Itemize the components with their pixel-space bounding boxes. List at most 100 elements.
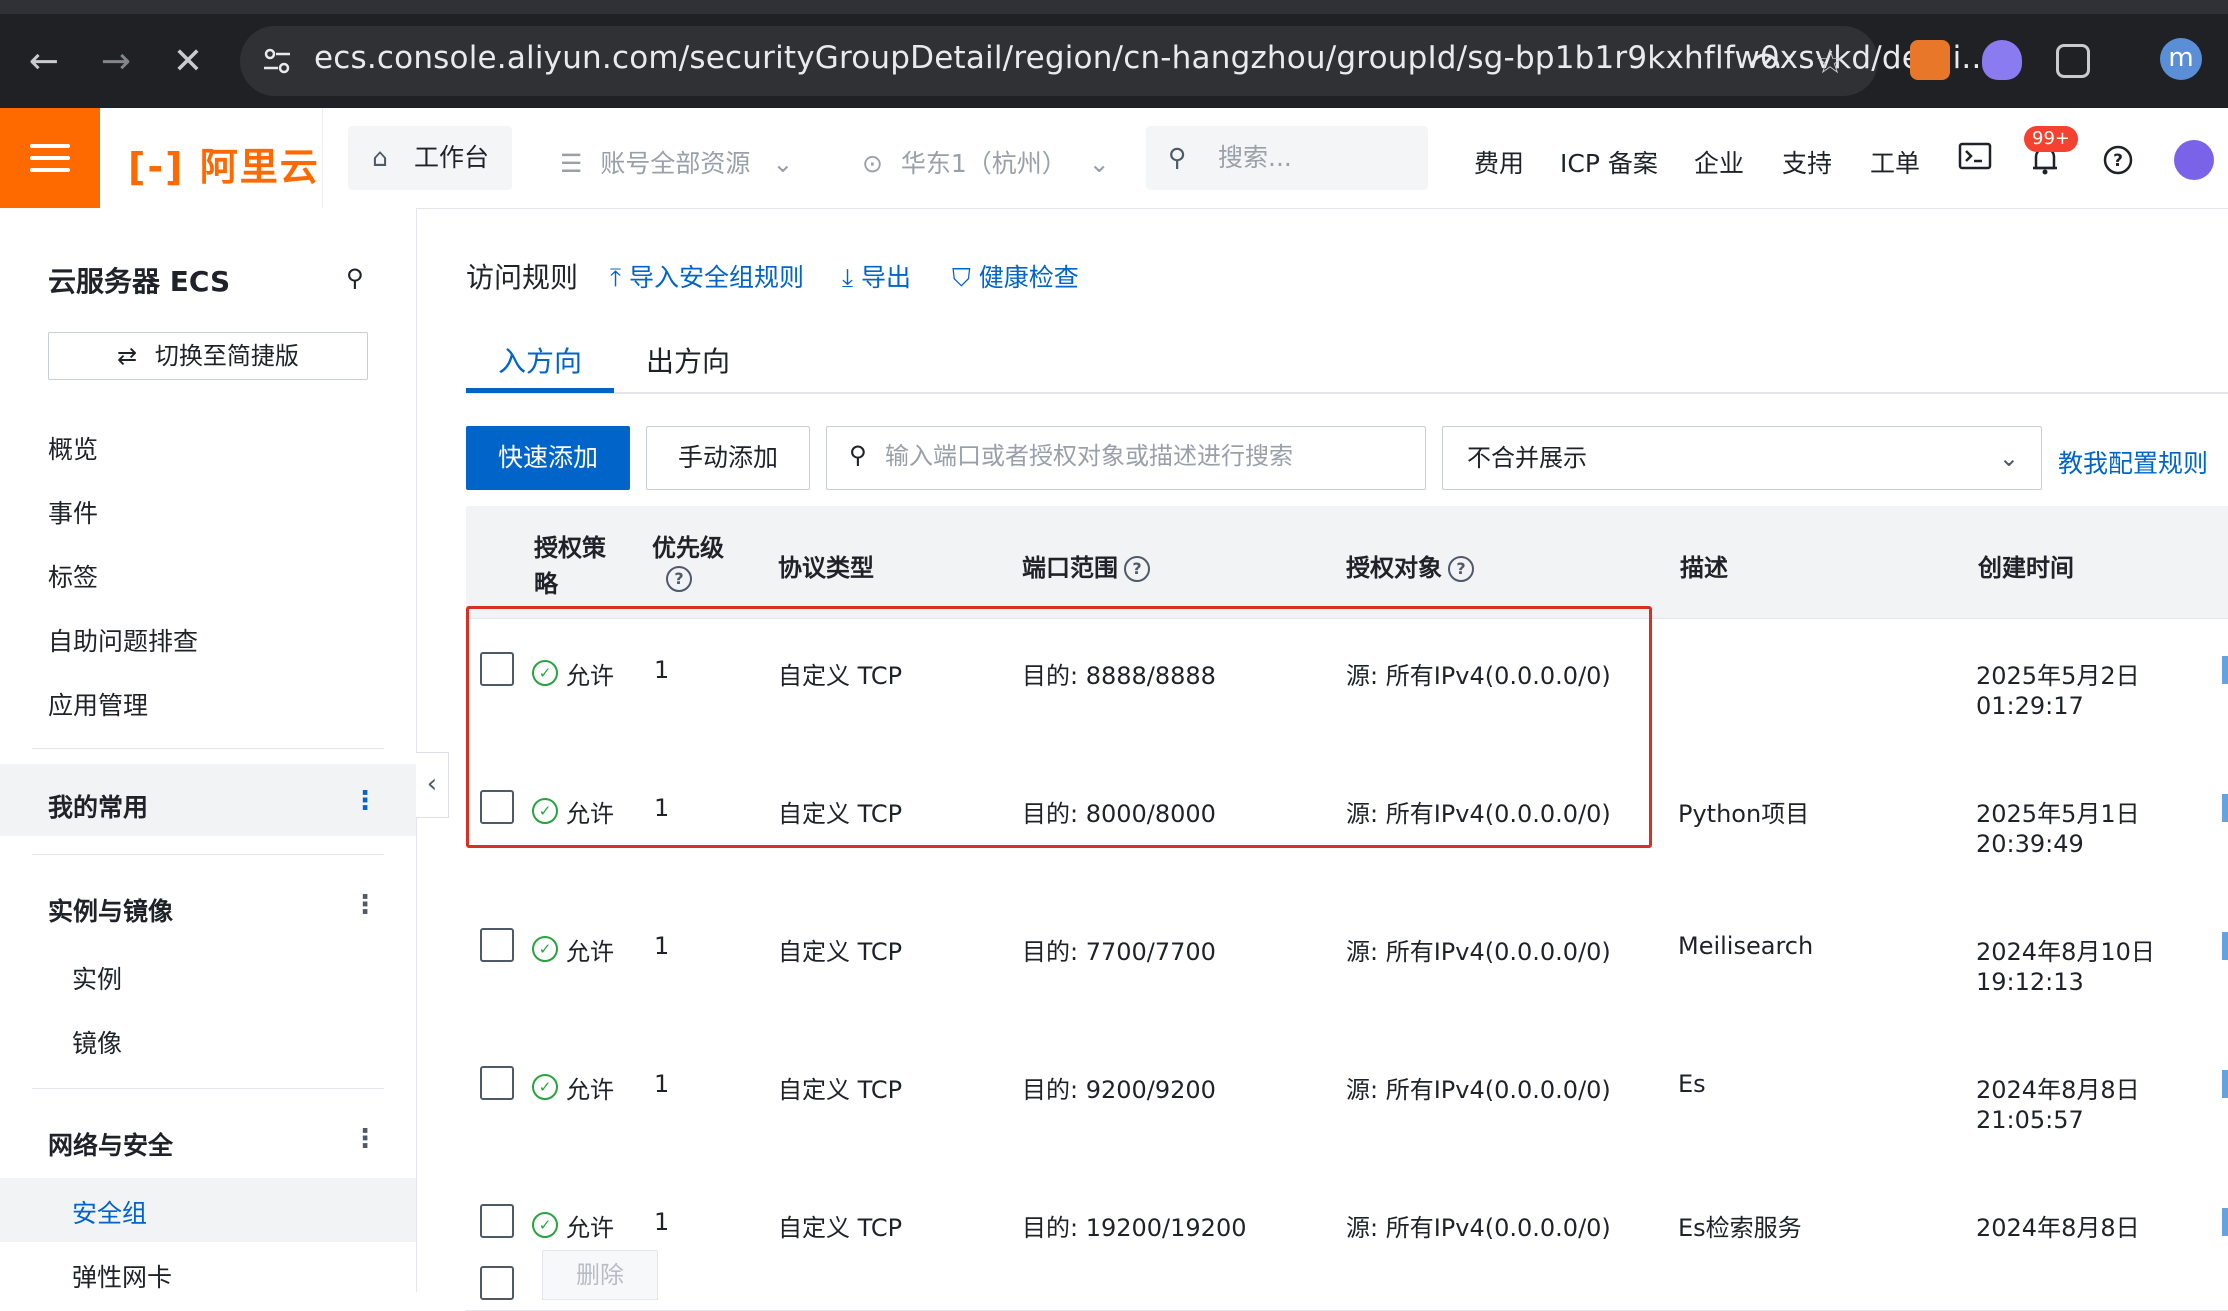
- sidebar-item-instances[interactable]: 实例: [72, 960, 122, 996]
- row-priority: 1: [654, 932, 670, 960]
- sidebar-item-overview[interactable]: 概览: [48, 430, 98, 466]
- question-icon: ?: [666, 566, 692, 592]
- row-time: 21:05:57: [1976, 1106, 2084, 1134]
- row-action-link[interactable]: [2222, 1208, 2228, 1236]
- url-text[interactable]: ecs.console.aliyun.com/securityGroupDeta…: [314, 40, 1992, 76]
- row-desc: Es: [1678, 1070, 1706, 1098]
- batch-delete-button[interactable]: 删除: [542, 1250, 658, 1300]
- row-date: 2025年5月1日: [1976, 800, 2140, 828]
- export-link[interactable]: ⤓ 导出: [842, 258, 911, 294]
- row-action-link[interactable]: [2222, 656, 2228, 684]
- help-icon[interactable]: ?: [2102, 144, 2134, 176]
- metamask-extension-icon[interactable]: [1910, 40, 1950, 80]
- collapse-sidebar-icon[interactable]: ‹: [416, 752, 449, 818]
- tab-outbound[interactable]: 出方向: [646, 340, 730, 380]
- sidebar-item-tags[interactable]: 标签: [48, 558, 98, 594]
- th-port-label: 端口范围: [1022, 554, 1118, 582]
- cloud-shell-icon[interactable]: [1958, 142, 1992, 170]
- topbar-link-enterprise[interactable]: 企业: [1694, 144, 1744, 180]
- chevron-down-icon: ⌄: [1998, 444, 2019, 472]
- row-desc: Python项目: [1678, 800, 1810, 828]
- sidebar-item-troubleshoot[interactable]: 自助问题排查: [48, 622, 198, 658]
- health-check-link[interactable]: ⛉ 健康检查: [952, 258, 1079, 294]
- sidebar-item-app-management[interactable]: 应用管理: [48, 686, 148, 722]
- tab-inbound[interactable]: 入方向: [498, 340, 582, 380]
- row-priority: 1: [654, 1208, 670, 1236]
- sidebar-item-security-group[interactable]: 安全组: [72, 1194, 147, 1230]
- table-row: ✓ 允许 1 自定义 TCP 目的: 9200/9200 源: 所有IPv4(0…: [466, 1034, 2228, 1173]
- site-settings-icon[interactable]: [262, 46, 292, 76]
- th-protocol: 协议类型: [778, 554, 874, 582]
- sidebar-active-row[interactable]: [0, 1178, 416, 1242]
- row-action-link[interactable]: [2222, 932, 2228, 960]
- profile-avatar[interactable]: m: [2160, 38, 2202, 80]
- rule-search[interactable]: ⚲: [826, 426, 1426, 490]
- ghost-extension-icon[interactable]: [1982, 40, 2022, 80]
- row-protocol: 自定义 TCP: [778, 800, 903, 828]
- row-checkbox[interactable]: [480, 790, 514, 824]
- row-policy: 允许: [566, 800, 614, 828]
- row-action-link[interactable]: [2222, 794, 2228, 822]
- question-icon[interactable]: ?: [1448, 556, 1474, 582]
- back-icon[interactable]: ←: [22, 40, 66, 84]
- bookmark-star-icon[interactable]: ☆: [1808, 40, 1852, 84]
- merge-display-select[interactable]: 不合并展示 ⌄: [1442, 426, 2042, 490]
- row-priority: 1: [654, 656, 670, 684]
- global-search[interactable]: ⚲ 搜索...: [1146, 126, 1428, 190]
- assistant-icon[interactable]: [2174, 140, 2214, 180]
- sidebar-item-eni[interactable]: 弹性网卡: [72, 1258, 172, 1294]
- sidebar-divider: [32, 854, 384, 855]
- more-icon[interactable]: ⋮: [352, 1124, 378, 1154]
- th-target-label: 授权对象: [1346, 554, 1442, 582]
- merge-display-value: 不合并展示: [1467, 444, 1587, 472]
- row-checkbox[interactable]: [480, 1204, 514, 1238]
- workbench-button[interactable]: ⌂ 工作台: [348, 126, 512, 190]
- forward-icon[interactable]: →: [94, 40, 138, 84]
- question-icon[interactable]: ?: [1124, 556, 1150, 582]
- notification-badge: 99+: [2024, 126, 2078, 152]
- row-time: 01:29:17: [1976, 692, 2084, 720]
- region-select[interactable]: ⊙ 华东1（杭州） ⌄: [862, 144, 1110, 180]
- extensions-icon[interactable]: [2056, 44, 2090, 78]
- menu-icon[interactable]: [0, 108, 100, 208]
- resource-group-label: 账号全部资源: [600, 149, 751, 178]
- row-checkbox[interactable]: [480, 652, 514, 686]
- topbar-divider: [322, 108, 323, 208]
- row-action-link[interactable]: [2222, 1070, 2228, 1098]
- sidebar-item-events[interactable]: 事件: [48, 494, 98, 530]
- quick-add-button[interactable]: 快速添加: [466, 426, 630, 490]
- row-protocol: 自定义 TCP: [778, 662, 903, 690]
- sidebar-item-images[interactable]: 镜像: [72, 1024, 122, 1060]
- topbar-link-billing[interactable]: 费用: [1474, 144, 1524, 180]
- select-all-checkbox[interactable]: [480, 1266, 514, 1300]
- tab-strip: [0, 0, 2228, 14]
- browser-chrome: ← → ✕ ecs.console.aliyun.com/securityGro…: [0, 0, 2228, 108]
- config-help-link[interactable]: 教我配置规则: [2058, 444, 2208, 480]
- row-checkbox[interactable]: [480, 928, 514, 962]
- sidebar: 云服务器 ECS ⚲ ⇄ 切换至简捷版 概览 事件 标签 自助问题排查 应用管理…: [0, 208, 417, 1292]
- topbar-link-icp[interactable]: ICP 备案: [1560, 144, 1658, 180]
- th-priority-help[interactable]: ?: [660, 564, 692, 592]
- row-checkbox[interactable]: [480, 1066, 514, 1100]
- switch-simple-button[interactable]: ⇄ 切换至简捷版: [48, 332, 368, 380]
- performance-icon[interactable]: [1748, 44, 1782, 74]
- th-target: 授权对象?: [1346, 548, 1474, 583]
- resource-group-select[interactable]: ☰ 账号全部资源 ⌄: [560, 144, 793, 180]
- sidebar-search-icon[interactable]: ⚲: [346, 264, 364, 292]
- stop-loading-icon[interactable]: ✕: [166, 40, 210, 84]
- manual-add-button[interactable]: 手动添加: [646, 426, 810, 490]
- sidebar-group-instances[interactable]: 实例与镜像: [48, 892, 173, 928]
- import-rules-link[interactable]: ⤒ 导入安全组规则: [610, 258, 804, 294]
- sidebar-group-network[interactable]: 网络与安全: [48, 1126, 173, 1162]
- row-time: 19:12:13: [1976, 968, 2084, 996]
- more-icon[interactable]: ⋮: [352, 890, 378, 920]
- more-icon[interactable]: ⋮: [352, 786, 378, 816]
- topbar-link-support[interactable]: 支持: [1782, 144, 1832, 180]
- sidebar-group-favorites[interactable]: 我的常用: [48, 788, 148, 824]
- rule-search-input[interactable]: [883, 441, 1407, 471]
- aliyun-logo[interactable]: [-] 阿里云: [128, 136, 320, 191]
- row-port: 目的: 8888/8888: [1022, 662, 1216, 690]
- shield-check-icon: ⛉: [952, 263, 971, 292]
- th-desc: 描述: [1680, 554, 1728, 582]
- topbar-link-ticket[interactable]: 工单: [1870, 144, 1920, 180]
